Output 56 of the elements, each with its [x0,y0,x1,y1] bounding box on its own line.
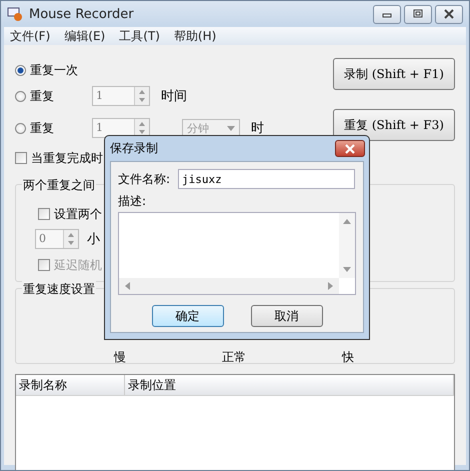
unit-label: 时间 [161,88,187,105]
scroll-up-icon[interactable] [343,219,351,224]
menu-item[interactable]: 编辑(E) [64,28,106,44]
horizontal-scrollbar[interactable] [119,278,339,294]
number-spinner[interactable]: 1 [92,86,150,106]
scroll-right-icon[interactable] [328,282,333,290]
spinner-arrows-icon [63,230,78,248]
radio-label: 重复一次 [30,62,78,78]
radio-option[interactable]: 重复 [15,120,92,136]
radio-button[interactable] [15,64,26,76]
radio-option[interactable]: 重复 [15,88,92,104]
speed-label: 正常 [222,349,247,366]
dialog-button[interactable]: 确定 [152,305,224,327]
menu-item[interactable]: 文件(F) [10,28,50,44]
maximize-button[interactable] [404,4,432,24]
close-icon [344,144,356,154]
close-button[interactable] [435,4,463,24]
speed-label: 慢 [114,349,127,366]
menu-item[interactable]: 帮助(H) [174,28,216,44]
app-icon [7,6,23,22]
close-icon [443,9,455,19]
dropdown-arrow-icon [227,126,235,130]
checkbox-label: 延迟随机 [54,256,102,274]
maximize-icon [412,9,424,19]
field-label: 文件名称: [118,170,170,188]
radio-label: 重复 [30,88,54,104]
window-title: Mouse Recorder [29,6,135,22]
menu-item[interactable]: 工具(T) [119,28,160,44]
unit-label: 小 [87,231,100,248]
column-header[interactable]: 录制名称 [16,375,125,395]
dialog-title: 保存录制 [110,140,158,157]
radio-button[interactable] [15,122,26,134]
column-header[interactable]: 录制位置 [125,375,454,395]
number-spinner[interactable]: 0 [35,229,79,249]
scroll-down-icon[interactable] [343,267,351,272]
vertical-scrollbar[interactable] [339,213,355,278]
checkbox-label: 设置两个 [54,206,102,222]
action-button[interactable]: 录制 (Shift + F1) [333,58,455,90]
close-button[interactable] [335,140,365,157]
radio-button[interactable] [15,90,26,102]
field-label: 描述: [118,193,148,210]
minimize-button[interactable] [373,4,401,24]
checkbox-label: 当重复完成时 [31,150,103,166]
group-title: 两个重复之间 [22,177,96,194]
radio-option[interactable]: 重复一次 [15,62,92,78]
scroll-left-icon[interactable] [125,282,130,290]
checkbox[interactable] [38,208,50,220]
file-name-field[interactable]: jisuxz [178,169,356,189]
action-button[interactable]: 重复 (Shift + F3) [333,109,455,141]
radio-label: 重复 [30,120,54,136]
description-field[interactable] [118,212,356,295]
checkbox[interactable] [15,152,27,164]
dialog-button[interactable]: 取消 [250,305,322,327]
unit-label: 时 [251,120,264,137]
spinner-arrows-icon [134,87,149,105]
speed-label: 快 [342,349,354,366]
